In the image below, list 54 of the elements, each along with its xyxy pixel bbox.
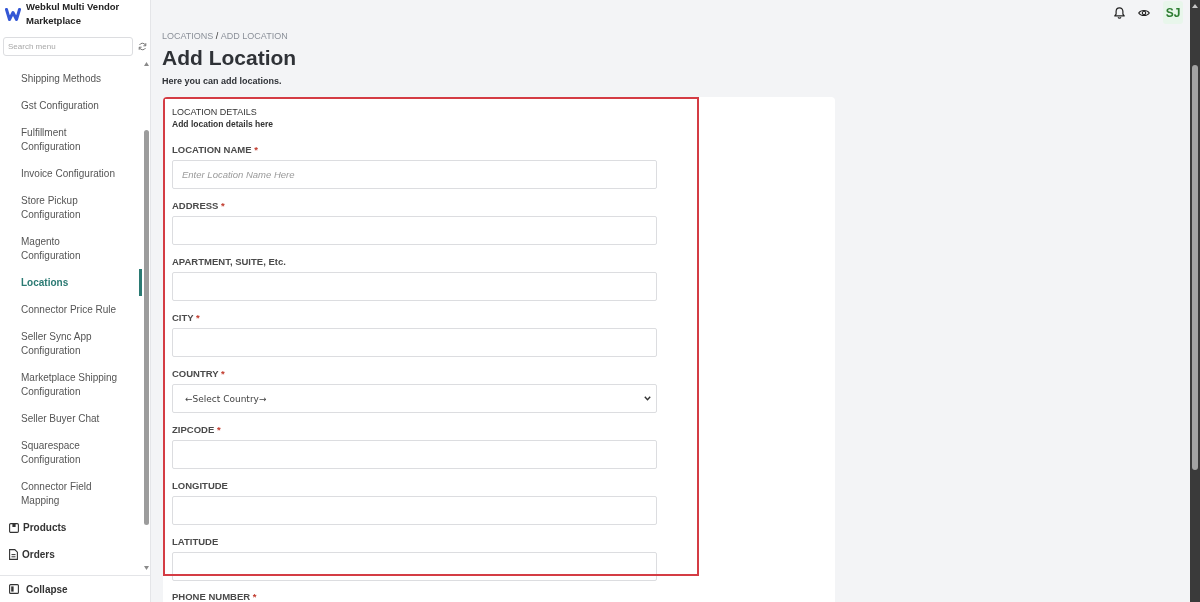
scroll-up-icon[interactable] (143, 62, 149, 66)
brand-name: Webkul Multi Vendor Marketplace (26, 0, 121, 28)
refresh-icon[interactable] (138, 42, 147, 51)
input-field[interactable] (172, 496, 657, 525)
field-label: ZIPCODE * (172, 423, 221, 437)
input-field[interactable]: Enter Location Name Here (172, 160, 657, 189)
sidebar-item[interactable]: Seller Sync App Configuration (0, 323, 142, 364)
sidebar-item[interactable]: Connector Field Mapping (0, 473, 142, 514)
sidebar-item[interactable]: Seller Buyer Chat (0, 405, 142, 432)
field-label: COUNTRY * (172, 367, 225, 381)
page-subtitle: Here you can add locations. (162, 75, 282, 87)
scroll-up-icon[interactable] (1192, 4, 1198, 8)
input-field[interactable] (172, 272, 657, 301)
scrollbar-thumb[interactable] (143, 130, 149, 525)
breadcrumb-current: ADD LOCATION (220, 30, 288, 43)
search-field[interactable]: Search menu (3, 37, 133, 56)
scrollbar-thumb[interactable] (1192, 65, 1198, 470)
document-icon (9, 549, 18, 560)
sidebar-item[interactable]: Products (0, 514, 67, 541)
sidebar-item[interactable]: Connector Price Rule (0, 296, 142, 323)
scroll-down-icon[interactable] (143, 566, 149, 570)
input-field[interactable] (172, 440, 657, 469)
breadcrumb-separator: / (215, 30, 219, 43)
eye-icon[interactable] (1138, 8, 1150, 17)
box-icon (9, 522, 19, 533)
sidebar-item[interactable]: Orders (0, 541, 55, 568)
sidebar-item[interactable]: Store Pickup Configuration (0, 187, 142, 228)
field-label: PHONE NUMBER * (172, 591, 257, 602)
input-field[interactable] (172, 328, 657, 357)
sidebar-item[interactable]: Invoice Configuration (0, 160, 142, 187)
sidebar-item[interactable]: Gst Configuration (0, 92, 142, 119)
field-label: LONGITUDE (172, 479, 228, 493)
field-label: CITY * (172, 311, 200, 325)
sidebar-item[interactable]: Marketplace Shipping Configuration (0, 364, 142, 405)
input-field[interactable] (172, 552, 657, 581)
field-label: LOCATION NAME * (172, 143, 258, 157)
sidebar-item[interactable]: Squarespace Configuration (0, 432, 142, 473)
select-field[interactable]: ←Select Country→ (172, 384, 657, 413)
field-label: APARTMENT, SUITE, Etc. (172, 255, 286, 269)
section-subtitle: Add location details here (172, 119, 274, 129)
bell-icon[interactable] (1114, 6, 1125, 19)
sidebar-item[interactable]: Shipping Methods (0, 65, 142, 92)
sidebar-item[interactable]: Magento Configuration (0, 228, 142, 269)
section-title: LOCATION DETAILS (172, 106, 257, 119)
sidebar-item[interactable]: Locations (0, 269, 142, 296)
input-field[interactable] (172, 216, 657, 245)
sidebar-panel-icon (9, 584, 19, 594)
sidebar-item[interactable]: Fulfillment Configuration (0, 119, 142, 160)
logo-icon (5, 8, 21, 21)
user-avatar[interactable]: SJ (1163, 1, 1183, 24)
chevron-down-icon (644, 396, 651, 401)
field-label: ADDRESS * (172, 199, 225, 213)
field-label: LATITUDE (172, 535, 219, 549)
page-title: Add Location (162, 45, 297, 71)
